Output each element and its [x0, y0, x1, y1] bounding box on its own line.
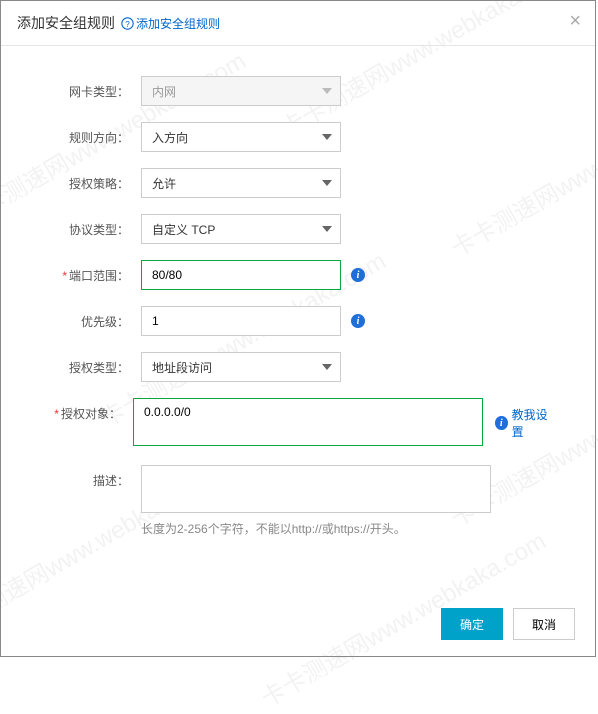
- select-protocol-value: 自定义 TCP: [152, 221, 215, 238]
- input-priority-wrap[interactable]: [141, 306, 341, 336]
- label-auth-object: 授权对象：: [41, 398, 133, 422]
- input-port-range[interactable]: [152, 261, 312, 289]
- select-policy[interactable]: 允许: [141, 168, 341, 198]
- input-priority[interactable]: [152, 307, 312, 335]
- select-nic-type: 内网: [141, 76, 341, 106]
- help-icon[interactable]: ? 添加安全组规则: [121, 15, 220, 32]
- add-security-rule-dialog: 添加安全组规则 ? 添加安全组规则 × 网卡类型： 内网 规则方向： 入方向: [0, 0, 596, 657]
- close-icon[interactable]: ×: [569, 11, 581, 31]
- select-protocol[interactable]: 自定义 TCP: [141, 214, 341, 244]
- row-protocol: 协议类型： 自定义 TCP: [41, 214, 555, 244]
- row-direction: 规则方向： 入方向: [41, 122, 555, 152]
- label-nic-type: 网卡类型：: [41, 76, 141, 100]
- cancel-button[interactable]: 取消: [513, 608, 575, 640]
- info-icon[interactable]: i: [351, 314, 365, 328]
- info-icon: i: [495, 416, 508, 430]
- chevron-down-icon: [322, 134, 332, 140]
- dialog-footer: 确定 取消: [441, 608, 575, 640]
- row-nic-type: 网卡类型： 内网: [41, 76, 555, 106]
- dialog-title: 添加安全组规则: [17, 13, 115, 33]
- select-nic-type-value: 内网: [152, 83, 176, 100]
- label-protocol: 协议类型：: [41, 214, 141, 238]
- dialog-header: 添加安全组规则 ? 添加安全组规则 ×: [1, 1, 595, 46]
- input-port-range-wrap[interactable]: [141, 260, 341, 290]
- description-hint: 长度为2-256个字符，不能以http://或https://开头。: [141, 520, 491, 537]
- chevron-down-icon: [322, 364, 332, 370]
- select-auth-type-value: 地址段访问: [152, 359, 212, 376]
- label-description: 描述：: [41, 465, 141, 489]
- teach-me-text: 教我设置: [512, 406, 555, 440]
- label-priority: 优先级：: [41, 306, 141, 330]
- row-port-range: 端口范围： i: [41, 260, 555, 290]
- confirm-button[interactable]: 确定: [441, 608, 503, 640]
- input-auth-object[interactable]: [133, 398, 483, 446]
- label-port-range: 端口范围：: [41, 260, 141, 284]
- teach-me-link[interactable]: i 教我设置: [495, 406, 555, 440]
- svg-text:?: ?: [125, 19, 130, 28]
- row-priority: 优先级： i: [41, 306, 555, 336]
- select-auth-type[interactable]: 地址段访问: [141, 352, 341, 382]
- select-direction[interactable]: 入方向: [141, 122, 341, 152]
- select-direction-value: 入方向: [152, 129, 188, 146]
- select-policy-value: 允许: [152, 175, 176, 192]
- input-description[interactable]: [141, 465, 491, 513]
- label-auth-type: 授权类型：: [41, 352, 141, 376]
- dialog-body: 网卡类型： 内网 规则方向： 入方向 授权策略： 允许: [1, 46, 595, 573]
- row-description: 描述： 长度为2-256个字符，不能以http://或https://开头。: [41, 465, 555, 537]
- help-link-text: 添加安全组规则: [136, 15, 220, 32]
- row-policy: 授权策略： 允许: [41, 168, 555, 198]
- row-auth-object: 授权对象： i 教我设置: [41, 398, 555, 449]
- chevron-down-icon: [322, 88, 332, 94]
- label-policy: 授权策略：: [41, 168, 141, 192]
- info-icon[interactable]: i: [351, 268, 365, 282]
- chevron-down-icon: [322, 226, 332, 232]
- label-direction: 规则方向：: [41, 122, 141, 146]
- row-auth-type: 授权类型： 地址段访问: [41, 352, 555, 382]
- chevron-down-icon: [322, 180, 332, 186]
